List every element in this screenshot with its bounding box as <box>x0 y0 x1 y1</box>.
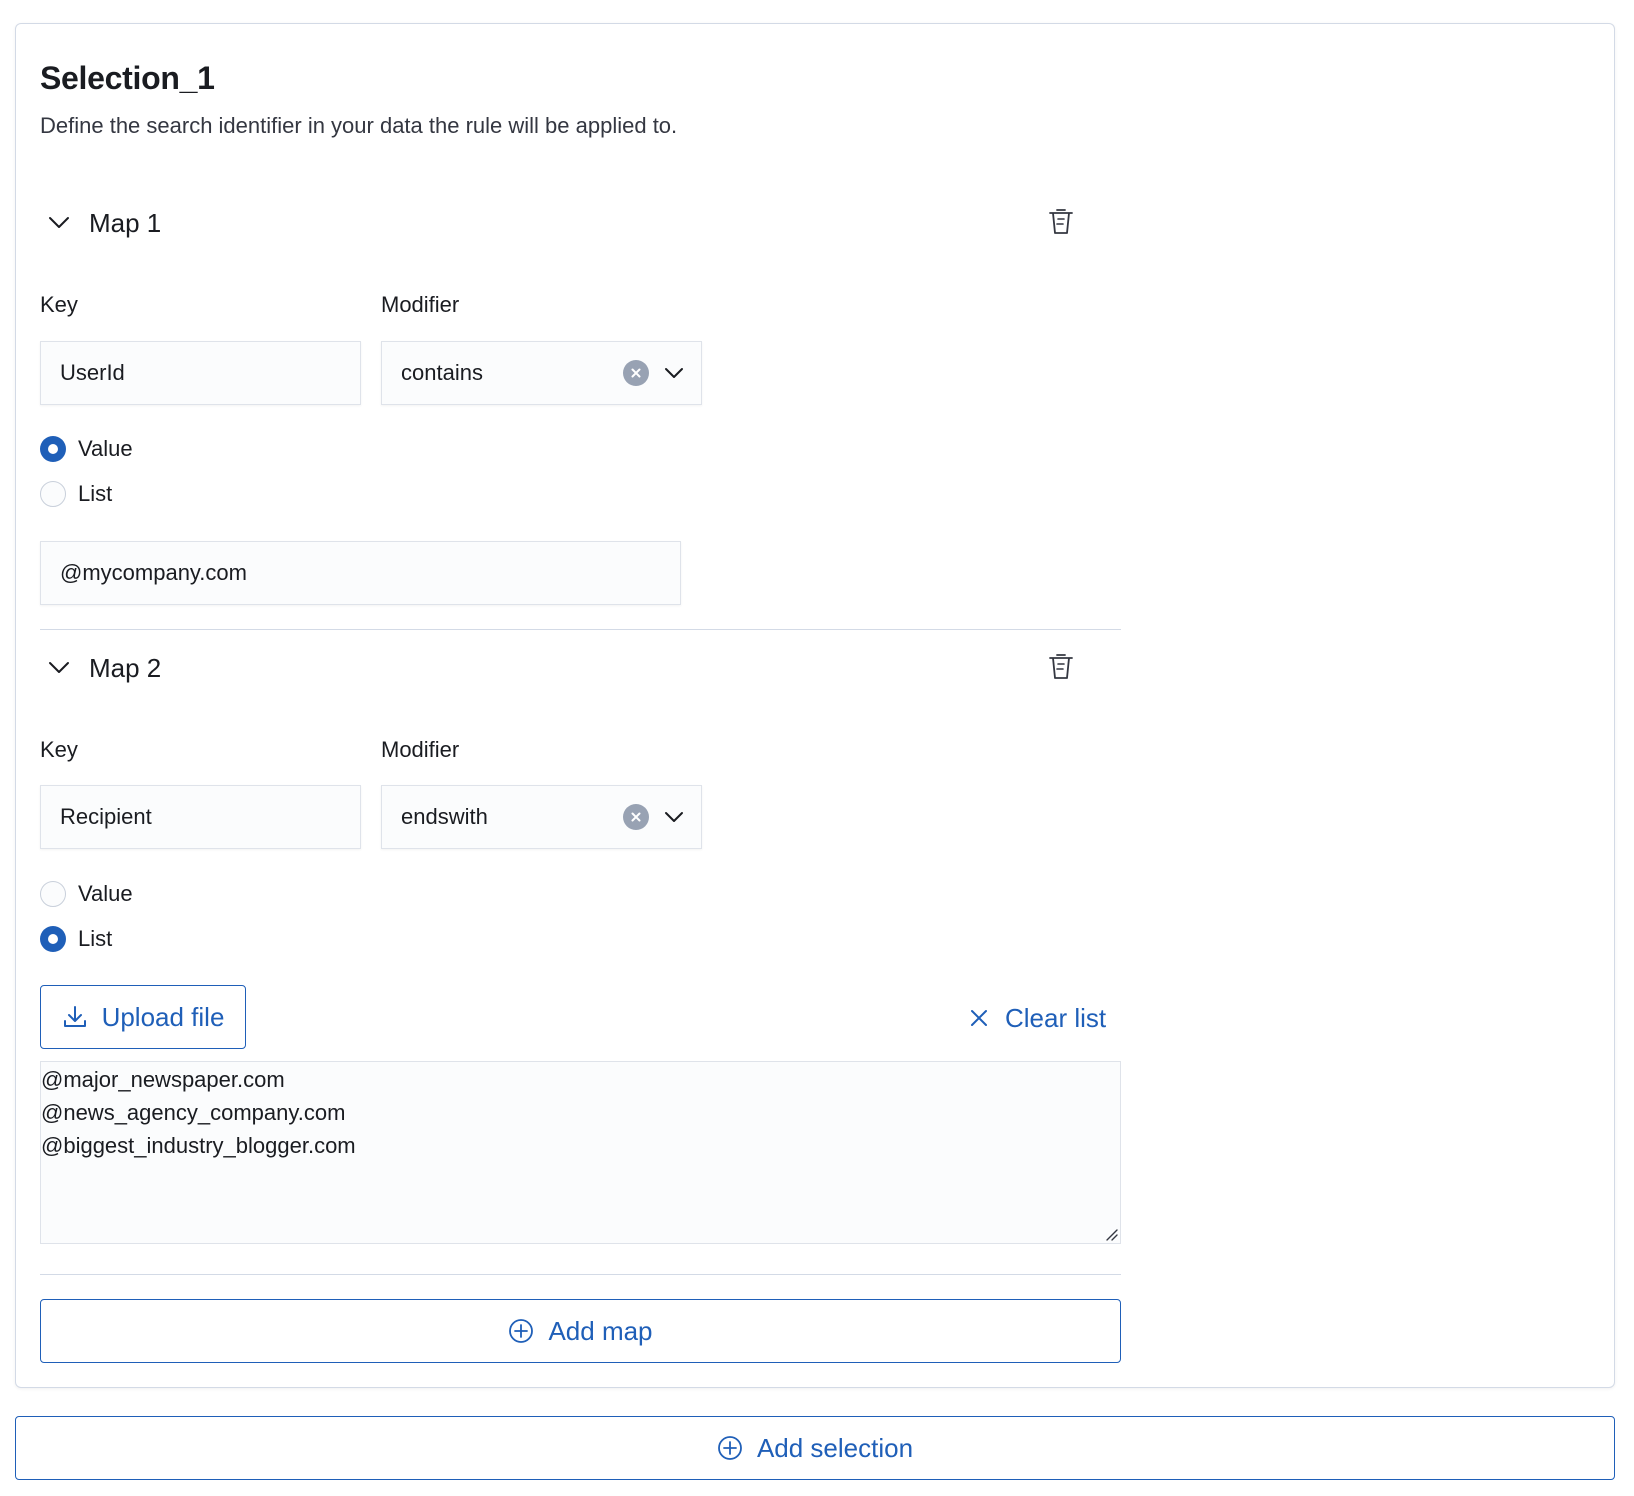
map-2-radio-value-label: Value <box>78 881 133 906</box>
chevron-down-icon[interactable] <box>663 362 685 384</box>
close-icon <box>971 1010 987 1026</box>
map-2-modifier-label: Modifier <box>381 737 460 762</box>
list-item: @major_newspaper.com <box>41 1067 285 1092</box>
map-2-radio-list[interactable]: List <box>40 924 112 954</box>
selection-panel: Selection_1 Define the search identifier… <box>15 23 1615 1388</box>
list-item: @biggest_industry_blogger.com <box>41 1133 356 1158</box>
map-2-radio-value[interactable]: Value <box>40 879 133 909</box>
map-2-radio-list-label: List <box>78 926 113 951</box>
map-2-key-label: Key <box>40 737 78 762</box>
upload-file-label: Upload file <box>101 1001 225 1032</box>
map-1-key-value: UserId <box>60 360 125 385</box>
list-item: @news_agency_company.com <box>41 1100 346 1125</box>
chevron-down-icon[interactable] <box>663 806 685 828</box>
plus-circle-icon <box>509 1319 534 1343</box>
resize-handle-icon[interactable] <box>1104 1227 1118 1241</box>
trash-icon[interactable] <box>1047 651 1075 681</box>
selection-title: Selection_1 <box>40 60 215 96</box>
add-selection-label: Add selection <box>756 1432 914 1463</box>
clear-icon[interactable] <box>623 804 649 830</box>
add-selection-button[interactable]: Add selection <box>15 1416 1615 1480</box>
map-1-modifier-label: Modifier <box>381 292 460 317</box>
chevron-down-icon[interactable] <box>47 211 71 235</box>
map-1-value-text: @mycompany.com <box>60 560 247 585</box>
map-1-modifier-select[interactable]: contains <box>381 341 702 405</box>
radio-button[interactable] <box>40 881 66 907</box>
divider <box>40 629 1121 630</box>
map-1-modifier-value: contains <box>401 360 483 385</box>
map-1-radio-list-label: List <box>78 481 113 506</box>
clear-icon[interactable] <box>623 360 649 386</box>
map-1-radio-value-label: Value <box>78 436 133 461</box>
divider <box>40 1274 1121 1275</box>
add-map-button[interactable]: Add map <box>40 1299 1121 1363</box>
trash-icon[interactable] <box>1047 206 1075 236</box>
clear-list-label: Clear list <box>1005 1002 1107 1033</box>
clear-list-button[interactable]: Clear list <box>969 1000 1106 1036</box>
map-1-header[interactable]: Map 1 <box>47 205 161 241</box>
map-1-key-label: Key <box>40 292 78 317</box>
radio-button[interactable] <box>40 436 66 462</box>
map-2-key-input[interactable]: Recipient <box>40 785 361 849</box>
map-1-title: Map 1 <box>89 207 162 238</box>
map-1-value-input[interactable]: @mycompany.com <box>40 541 681 605</box>
add-map-label: Add map <box>548 1315 653 1346</box>
map-1-radio-list[interactable]: List <box>40 479 112 509</box>
map-2-key-value: Recipient <box>60 804 152 829</box>
map-2-header[interactable]: Map 2 <box>47 650 161 686</box>
selection-description: Define the search identifier in your dat… <box>40 113 678 138</box>
download-icon <box>63 1006 86 1027</box>
map-2-modifier-value: endswith <box>401 804 488 829</box>
radio-button[interactable] <box>40 926 66 952</box>
plus-circle-icon <box>718 1436 742 1460</box>
upload-file-button[interactable]: Upload file <box>40 985 246 1049</box>
chevron-down-icon[interactable] <box>47 656 71 680</box>
radio-button[interactable] <box>40 481 66 507</box>
map-1-radio-value[interactable]: Value <box>40 434 133 464</box>
map-2-modifier-select[interactable]: endswith <box>381 785 702 849</box>
map-2-title: Map 2 <box>89 652 162 683</box>
map-1-key-input[interactable]: UserId <box>40 341 361 405</box>
page: Selection_1 Define the search identifier… <box>0 0 1634 1496</box>
map-2-list-textarea[interactable]: @major_newspaper.com @news_agency_compan… <box>40 1061 1121 1244</box>
